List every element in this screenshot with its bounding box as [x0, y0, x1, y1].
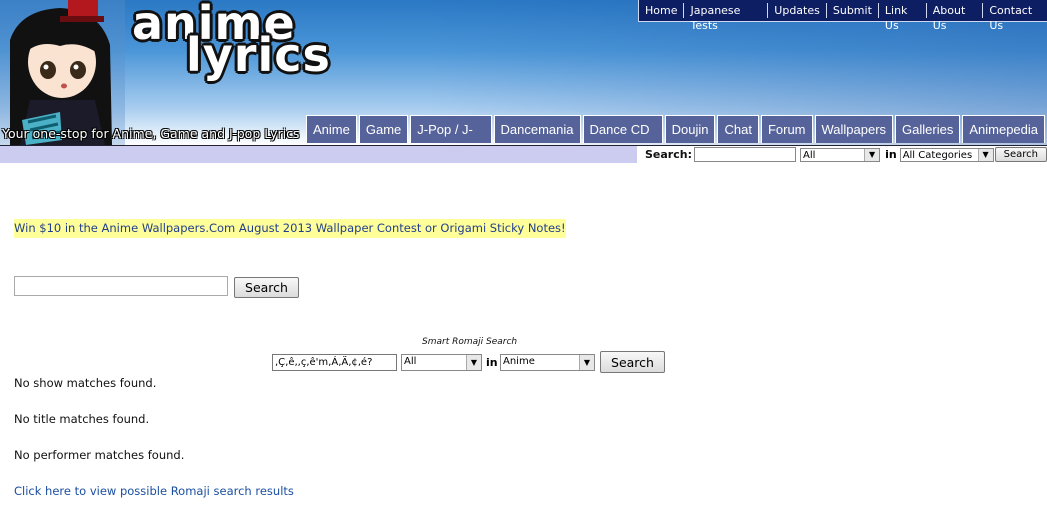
site-search-type-select[interactable]: All ▼ — [799, 147, 881, 162]
top-link-submit[interactable]: Submit — [827, 3, 879, 18]
chevron-down-icon: ▼ — [864, 148, 880, 161]
category-tabs: Anime Game J-Pop / J-Rock Dancemania Dan… — [306, 115, 1047, 164]
chevron-down-icon: ▼ — [579, 355, 594, 370]
site-search-label: Search: — [645, 148, 692, 161]
smart-search-type-select[interactable]: All ▼ — [401, 354, 482, 371]
no-performer-matches-text: No performer matches found. — [14, 448, 185, 462]
smart-search-in-label: in — [486, 356, 498, 369]
tab-jpop-jrock[interactable]: J-Pop / J-Rock — [410, 115, 492, 164]
top-link-contact-us[interactable]: Contact Us — [983, 3, 1047, 32]
top-link-about-us[interactable]: About Us — [927, 3, 984, 32]
smart-romaji-search-input[interactable]: ,Ç‚ê‚,ç,ê'm‚Á‚Ä‚¢‚é? — [272, 354, 397, 371]
top-link-link-us[interactable]: Link Us — [879, 3, 927, 32]
smart-search-category-select[interactable]: Anime ▼ — [500, 354, 595, 371]
tab-animepedia[interactable]: Animepedia — [962, 115, 1045, 143]
smart-search-type-value: All — [404, 356, 417, 367]
tab-doujin[interactable]: Doujin — [664, 115, 716, 143]
site-search-in-label: in — [885, 148, 897, 161]
top-link-home[interactable]: Home — [639, 3, 685, 18]
romaji-results-link[interactable]: Click here to view possible Romaji searc… — [14, 484, 294, 498]
promo-banner-link[interactable]: Win $10 in the Anime Wallpapers.Com Augu… — [14, 219, 566, 238]
smart-romaji-search-label: Smart Romaji Search — [422, 337, 518, 347]
logo-lyrics[interactable]: lyrics — [186, 28, 331, 82]
site-search-form: Search: All ▼ in All Categories ▼ Search — [637, 146, 1047, 163]
site-search-category-value: All Categories — [902, 149, 973, 161]
site-search-type-value: All — [802, 149, 816, 161]
no-title-matches-text: No title matches found. — [14, 412, 150, 426]
tab-forum[interactable]: Forum — [760, 115, 813, 143]
tab-dance-cd-list[interactable]: Dance CD List — [582, 115, 663, 164]
tab-game[interactable]: Game — [358, 115, 409, 143]
site-search-input[interactable] — [693, 147, 796, 162]
tab-galleries[interactable]: Galleries — [895, 115, 961, 143]
lyrics-search-input[interactable] — [14, 276, 228, 296]
smart-search-button[interactable]: Search — [600, 351, 665, 373]
site-search-button[interactable]: Search — [994, 147, 1047, 162]
top-link-japanese-tests[interactable]: Japanese Tests — [684, 3, 769, 32]
no-show-matches-text: No show matches found. — [14, 376, 157, 390]
top-links-bar: Home Japanese Tests Updates Submit Link … — [638, 0, 1047, 32]
tab-dancemania[interactable]: Dancemania — [493, 115, 581, 143]
tab-chat[interactable]: Chat — [717, 115, 759, 143]
site-header: anime lyrics Your one-stop for Anime, Ga… — [0, 0, 1047, 164]
lyrics-search-button[interactable]: Search — [234, 277, 299, 298]
top-link-updates[interactable]: Updates — [768, 3, 827, 18]
tab-anime[interactable]: Anime — [306, 115, 357, 143]
tagline: Your one-stop for Anime, Game and J-pop … — [2, 126, 300, 141]
site-search-bar: Search: All ▼ in All Categories ▼ Search — [0, 145, 1047, 163]
tab-wallpapers[interactable]: Wallpapers — [814, 115, 894, 143]
chevron-down-icon: ▼ — [977, 148, 993, 161]
chevron-down-icon: ▼ — [466, 355, 481, 370]
smart-search-category-value: Anime — [503, 356, 535, 367]
mascot-image — [0, 0, 125, 145]
site-search-category-select[interactable]: All Categories ▼ — [899, 147, 994, 162]
